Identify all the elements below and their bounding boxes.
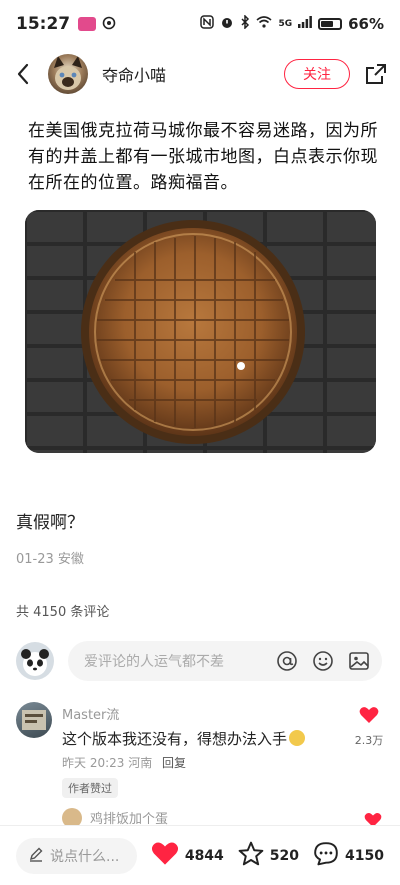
reply-button[interactable]: 回复 xyxy=(162,756,186,770)
bottom-comment-input[interactable]: 说点什么... xyxy=(16,837,137,874)
comment-input-placeholder: 爱评论的人运气都不差 xyxy=(84,654,224,670)
like-button[interactable]: 4844 xyxy=(151,841,224,870)
comment-time-location: 昨天 20:23 河南 xyxy=(62,756,153,770)
comment-count-bottom: 4150 xyxy=(345,847,384,864)
comment-like-count: 2.3万 xyxy=(354,734,384,747)
star-icon[interactable] xyxy=(238,841,264,870)
post-meta: 01-23 安徽 xyxy=(16,552,84,567)
nfc-icon xyxy=(200,15,215,33)
at-icon[interactable] xyxy=(274,648,300,674)
alarm-icon xyxy=(220,15,234,33)
wifi-icon xyxy=(256,16,272,32)
bottom-input-placeholder: 说点什么... xyxy=(50,848,120,865)
pencil-icon xyxy=(28,846,44,866)
like-count: 4844 xyxy=(184,847,224,864)
status-time: 15:27 xyxy=(16,14,71,34)
comment-icon[interactable] xyxy=(313,841,339,870)
follow-button[interactable]: 关注 xyxy=(284,59,350,89)
comment-input[interactable]: 爱评论的人运气都不差 xyxy=(68,641,382,681)
top-bar: 夺命小喵 关注 xyxy=(0,50,400,98)
network-label: 5G xyxy=(278,19,293,29)
my-avatar xyxy=(16,642,54,680)
image-icon[interactable] xyxy=(346,648,372,674)
bluetooth-icon xyxy=(240,14,250,33)
heart-icon[interactable] xyxy=(151,841,179,870)
heart-icon[interactable] xyxy=(359,706,379,728)
comment-info: 昨天 20:23 河南 回复 xyxy=(62,754,186,771)
post-caption: 在美国俄克拉荷马城你最不容易迷路，因为所有的井盖上都有一张城市地图，白点表示你现… xyxy=(28,121,378,193)
post-image[interactable] xyxy=(25,210,376,453)
status-right: 5G 66% xyxy=(200,14,384,33)
status-app-icon xyxy=(78,17,97,31)
comment-text-body: 这个版本我还没有，得想办法入手 xyxy=(62,730,288,748)
comment-username[interactable]: Master流 xyxy=(62,704,119,723)
bottom-bar: 说点什么... 4844 520 4150 xyxy=(0,825,400,885)
signal-icon xyxy=(298,16,312,32)
author-avatar[interactable] xyxy=(48,54,88,94)
comment-like-button[interactable]: 2.3万 xyxy=(352,706,386,748)
status-target-icon xyxy=(102,15,116,34)
battery-icon xyxy=(318,18,343,30)
author-liked-badge: 作者赞过 xyxy=(62,778,118,798)
status-bar: 15:27 5G 66% xyxy=(0,0,400,48)
comment-button[interactable]: 4150 xyxy=(313,841,384,870)
comment-count: 共 4150 条评论 xyxy=(16,605,110,620)
battery-fill xyxy=(321,21,333,27)
comment-avatar[interactable] xyxy=(16,702,52,738)
grinning-emoji-icon xyxy=(289,730,306,746)
favorite-count: 520 xyxy=(269,847,300,864)
emoji-icon[interactable] xyxy=(310,648,336,674)
favorite-button[interactable]: 520 xyxy=(238,841,299,870)
share-icon[interactable] xyxy=(364,62,388,86)
comment-text: 这个版本我还没有，得想办法入手 xyxy=(62,728,306,749)
back-icon[interactable] xyxy=(12,63,34,85)
post-title: 真假啊？ xyxy=(16,513,84,533)
battery-percent: 66% xyxy=(348,15,384,33)
author-name[interactable]: 夺命小喵 xyxy=(102,62,166,86)
